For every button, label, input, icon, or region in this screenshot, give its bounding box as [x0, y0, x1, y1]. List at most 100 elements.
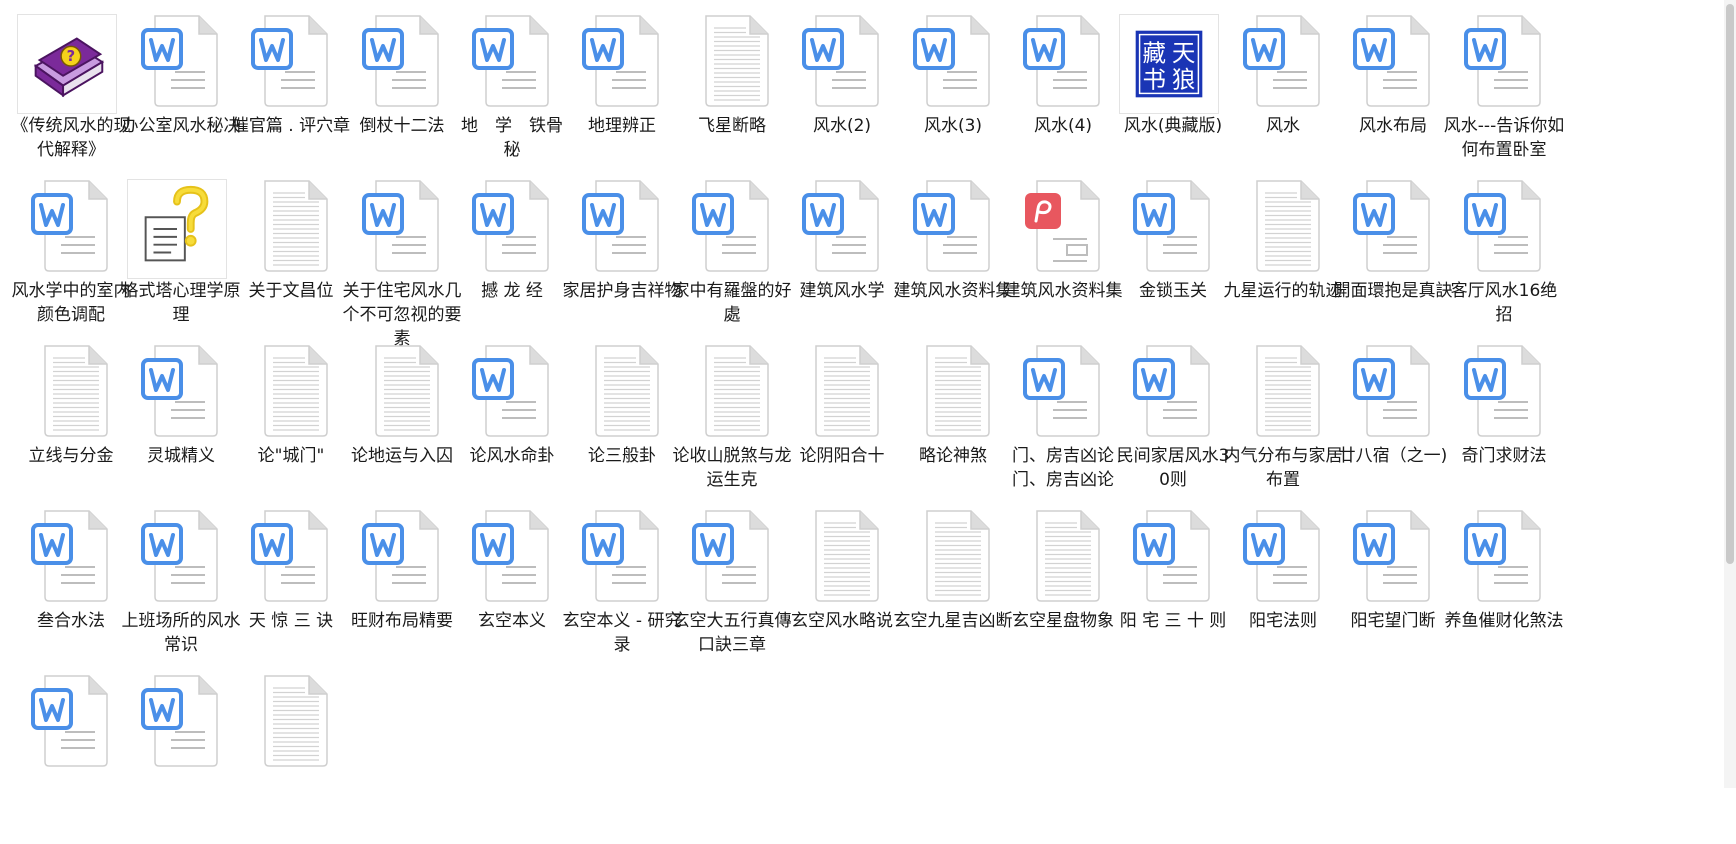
- file-item[interactable]: 叁合水法: [10, 501, 132, 679]
- file-item[interactable]: 论收山脱煞与龙运生克: [671, 336, 793, 514]
- file-item[interactable]: 论三般卦: [561, 336, 683, 514]
- file-item[interactable]: [120, 666, 242, 844]
- word-doc-icon: [1464, 14, 1544, 108]
- file-item[interactable]: 玄空风水略说: [781, 501, 903, 679]
- file-item[interactable]: 建筑风水资料集: [892, 171, 1014, 349]
- file-item[interactable]: 阳 宅 三 十 则: [1112, 501, 1234, 679]
- file-name-label: 叁合水法: [37, 611, 105, 631]
- file-item[interactable]: 開面環抱是真訣: [1332, 171, 1454, 349]
- file-item[interactable]: 风水: [1222, 6, 1344, 184]
- word-doc-icon: [1353, 344, 1433, 438]
- file-item[interactable]: 灵城精义: [120, 336, 242, 514]
- file-name-label: 玄空星盘物象: [1012, 611, 1114, 631]
- file-item[interactable]: 上班场所的风水常识: [120, 501, 242, 679]
- file-item[interactable]: 玄空本义: [451, 501, 573, 679]
- file-name-label: 格式塔心理学原理: [121, 281, 241, 325]
- tianlang-logo-icon: 藏 天 书 狼: [1119, 14, 1219, 114]
- file-item[interactable]: 金锁玉关: [1112, 171, 1234, 349]
- word-doc-icon: [802, 179, 882, 273]
- file-item[interactable]: 风水(2): [781, 6, 903, 184]
- file-name-label: 撼 龙 经: [481, 281, 543, 301]
- file-item[interactable]: 门、房吉凶论门、房吉凶论: [1002, 336, 1124, 514]
- file-item[interactable]: 倒杖十二法: [341, 6, 463, 184]
- file-item[interactable]: 飞星断略: [671, 6, 793, 184]
- file-name-label: 催官篇 . 评穴章: [231, 116, 351, 136]
- file-item[interactable]: 立线与分金: [10, 336, 132, 514]
- file-name-label: 倒杖十二法: [359, 116, 445, 136]
- file-name-label: 风水(2): [812, 116, 872, 136]
- file-item[interactable]: 建筑风水学: [781, 171, 903, 349]
- file-item[interactable]: 玄空九星吉凶断: [892, 501, 1014, 679]
- svg-text:狼: 狼: [1172, 66, 1196, 94]
- text-doc-icon: [251, 344, 331, 438]
- file-item[interactable]: 格式塔心理学原理: [120, 171, 242, 349]
- word-doc-icon: [472, 14, 552, 108]
- file-item[interactable]: 旺财布局精要: [341, 501, 463, 679]
- vertical-scrollbar[interactable]: [1724, 0, 1736, 788]
- file-item[interactable]: 论"城门": [230, 336, 352, 514]
- file-name-label: 玄空本义 - 研究录: [562, 611, 682, 655]
- file-item[interactable]: 九星运行的轨迹: [1222, 171, 1344, 349]
- file-name-label: 风水: [1266, 116, 1300, 136]
- file-item[interactable]: 风水---告诉你如何布置卧室: [1443, 6, 1565, 184]
- file-item[interactable]: 风水(4): [1002, 6, 1124, 184]
- file-item[interactable]: 客厅风水16绝招: [1443, 171, 1565, 349]
- word-doc-icon: [1243, 14, 1323, 108]
- file-item[interactable]: 论风水命卦: [451, 336, 573, 514]
- file-item[interactable]: 催官篇 . 评穴章: [230, 6, 352, 184]
- file-name-label: 玄空大五行真傳口訣三章: [672, 611, 792, 655]
- file-name-label: 办公室风水秘决: [121, 116, 241, 136]
- file-item[interactable]: 论阴阳合十: [781, 336, 903, 514]
- file-item[interactable]: ? 《传统风水的现代解释》: [10, 6, 132, 184]
- file-item[interactable]: 地 学 铁骨 秘: [451, 6, 580, 184]
- file-item[interactable]: [230, 666, 352, 844]
- file-item[interactable]: 论地运与入囚: [341, 336, 463, 514]
- file-item[interactable]: 家居护身吉祥物: [561, 171, 683, 349]
- file-item[interactable]: 玄空本义 - 研究录: [561, 501, 683, 679]
- text-doc-icon: [802, 509, 882, 603]
- file-item[interactable]: 玄空大五行真傳口訣三章: [671, 501, 793, 679]
- file-item[interactable]: 藏 天 书 狼 风水(典藏版): [1112, 6, 1234, 184]
- file-item[interactable]: 民间家居风水30则: [1112, 336, 1234, 514]
- file-item[interactable]: 家中有羅盤的好處: [671, 171, 793, 349]
- file-item[interactable]: 玄空星盘物象: [1002, 501, 1124, 679]
- file-item[interactable]: 撼 龙 经: [451, 171, 573, 349]
- word-doc-icon: [1023, 14, 1103, 108]
- word-doc-icon: [582, 14, 662, 108]
- word-doc-icon: [692, 179, 772, 273]
- scrollbar-thumb[interactable]: [1726, 4, 1734, 564]
- file-name-label: 论收山脱煞与龙运生克: [672, 446, 792, 490]
- file-item[interactable]: 办公室风水秘决: [120, 6, 242, 184]
- svg-text:天: 天: [1172, 39, 1196, 67]
- file-name-label: 家居护身吉祥物: [562, 281, 682, 301]
- file-item[interactable]: 养鱼催财化煞法: [1443, 501, 1565, 679]
- file-item[interactable]: 阳宅望门断: [1332, 501, 1454, 679]
- file-item[interactable]: 廿八宿（之一): [1332, 336, 1454, 514]
- file-item[interactable]: 风水学中的室内颜色调配: [10, 171, 132, 349]
- file-name-label: 玄空本义: [478, 611, 546, 631]
- file-item[interactable]: 奇门求财法: [1443, 336, 1565, 514]
- text-doc-icon: [251, 674, 331, 768]
- word-doc-icon: [141, 344, 221, 438]
- file-item[interactable]: 建筑风水资料集: [1002, 171, 1124, 349]
- file-item[interactable]: 阳宅法则: [1222, 501, 1344, 679]
- word-doc-icon: [31, 509, 111, 603]
- file-item[interactable]: 关于文昌位: [230, 171, 352, 349]
- file-item[interactable]: 内气分布与家居布置: [1222, 336, 1344, 514]
- file-item[interactable]: [10, 666, 132, 844]
- file-name-label: 九星运行的轨迹: [1223, 281, 1343, 301]
- file-item[interactable]: 风水(3): [892, 6, 1014, 184]
- text-doc-icon: [1243, 179, 1323, 273]
- word-doc-icon: [1353, 179, 1433, 273]
- file-name-label: 略论神煞: [919, 446, 987, 466]
- word-doc-icon: [1133, 509, 1213, 603]
- file-item[interactable]: 略论神煞: [892, 336, 1014, 514]
- file-item[interactable]: 关于住宅风水几个不可忽视的要素: [341, 171, 463, 349]
- file-item[interactable]: 风水布局: [1332, 6, 1454, 184]
- word-doc-icon: [1464, 509, 1544, 603]
- file-name-label: 立线与分金: [28, 446, 114, 466]
- file-item[interactable]: 天 惊 三 诀: [230, 501, 352, 679]
- word-doc-icon: [31, 179, 111, 273]
- file-item[interactable]: 地理辨正: [561, 6, 683, 184]
- file-name-label: 论阴阳合十: [799, 446, 885, 466]
